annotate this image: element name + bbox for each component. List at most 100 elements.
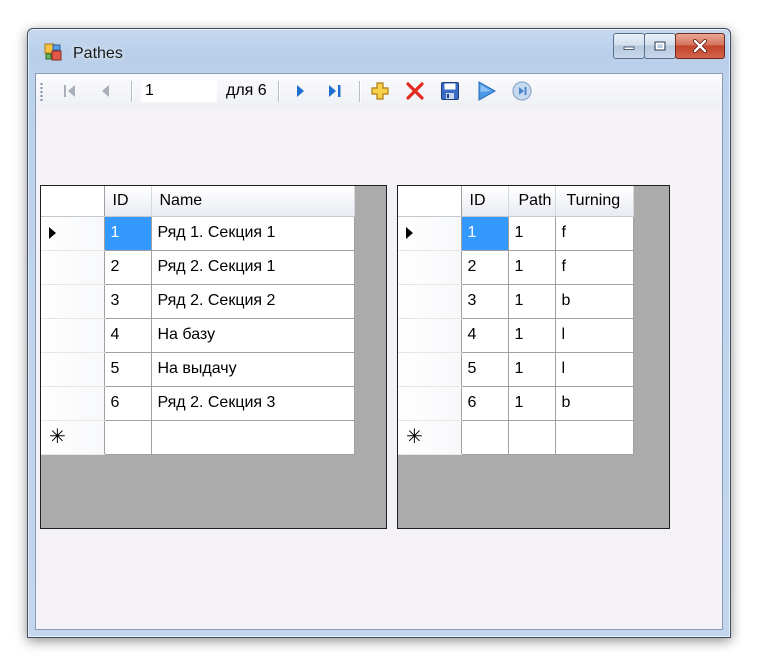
paths-grid[interactable]: ID Name 1 Ряд 1. Секция 1 2 Ряд 2. Секци… (40, 185, 387, 529)
move-first-button[interactable] (58, 80, 82, 102)
cell-id[interactable]: 4 (104, 318, 152, 353)
cell-id[interactable]: 3 (104, 284, 152, 319)
cell-id[interactable]: 6 (104, 386, 152, 421)
cell-id[interactable] (461, 420, 509, 455)
row-header[interactable] (41, 216, 105, 251)
close-button[interactable] (675, 33, 725, 59)
maximize-button[interactable] (644, 33, 676, 59)
table-row[interactable]: 3 1 b (398, 284, 634, 319)
row-header[interactable] (398, 216, 462, 251)
cell-name[interactable]: Ряд 2. Секция 3 (151, 386, 355, 421)
table-row[interactable]: 3 Ряд 2. Секция 2 (41, 284, 355, 319)
position-input[interactable] (141, 80, 217, 102)
cell-path[interactable]: 1 (508, 216, 556, 251)
delete-button[interactable] (403, 80, 427, 102)
header-row: ID Name (41, 186, 355, 217)
cell-turning[interactable]: f (555, 250, 634, 285)
table-row[interactable]: 6 1 b (398, 386, 634, 421)
cell-turning[interactable]: l (555, 352, 634, 387)
row-header[interactable] (398, 284, 462, 319)
toolbar-grip[interactable] (40, 82, 43, 102)
table-row[interactable]: 2 Ряд 2. Секция 1 (41, 250, 355, 285)
row-header[interactable]: ✳ (398, 420, 462, 455)
toolbar-separator (359, 81, 360, 102)
row-header[interactable] (398, 386, 462, 421)
cell-turning[interactable]: f (555, 216, 634, 251)
current-row-arrow-icon (406, 226, 413, 239)
table-row[interactable]: 1 Ряд 1. Секция 1 (41, 216, 355, 251)
move-first-icon (64, 85, 75, 97)
cell-turning[interactable]: b (555, 386, 634, 421)
cell-id[interactable] (104, 420, 152, 455)
cell-id[interactable]: 3 (461, 284, 509, 319)
cell-name[interactable]: На выдачу (151, 352, 355, 387)
row-header[interactable] (41, 250, 105, 285)
cell-id[interactable]: 1 (461, 216, 509, 251)
top-left-header-cell[interactable] (398, 186, 462, 217)
row-header[interactable] (41, 284, 105, 319)
cell-id[interactable]: 1 (104, 216, 152, 251)
row-header[interactable] (41, 386, 105, 421)
row-header[interactable] (398, 250, 462, 285)
cell-turning[interactable]: l (555, 318, 634, 353)
cell-name[interactable]: Ряд 2. Секция 2 (151, 284, 355, 319)
path-steps-table: ID Path Turning 1 1 f 2 1 f 3 1 b 4 1 l … (398, 186, 634, 455)
column-header-id[interactable]: ID (461, 186, 509, 217)
cell-id[interactable]: 4 (461, 318, 509, 353)
add-new-button[interactable] (368, 80, 392, 102)
row-header[interactable]: ✳ (41, 420, 105, 455)
cell-id[interactable]: 2 (104, 250, 152, 285)
title-bar[interactable]: Pathes (28, 29, 730, 73)
cell-name[interactable] (151, 420, 355, 455)
row-header[interactable] (41, 352, 105, 387)
cell-id[interactable]: 5 (104, 352, 152, 387)
table-row[interactable]: 5 На выдачу (41, 352, 355, 387)
column-header-id[interactable]: ID (104, 186, 152, 217)
new-row[interactable]: ✳ (41, 420, 355, 455)
row-header[interactable] (398, 352, 462, 387)
table-row[interactable]: 5 1 l (398, 352, 634, 387)
new-row-asterisk-icon: ✳ (406, 426, 423, 448)
new-row-asterisk-icon: ✳ (49, 426, 66, 448)
cell-path[interactable]: 1 (508, 386, 556, 421)
cell-path[interactable] (508, 420, 556, 455)
cell-path[interactable]: 1 (508, 284, 556, 319)
row-header[interactable] (41, 318, 105, 353)
cell-id[interactable]: 5 (461, 352, 509, 387)
new-row[interactable]: ✳ (398, 420, 634, 455)
table-row[interactable]: 4 На базу (41, 318, 355, 353)
column-header-name[interactable]: Name (151, 186, 355, 217)
delete-icon (406, 82, 424, 100)
column-header-turning[interactable]: Turning (555, 186, 634, 217)
move-last-icon (329, 85, 341, 97)
paths-table: ID Name 1 Ряд 1. Секция 1 2 Ряд 2. Секци… (41, 186, 355, 455)
binding-navigator: для 6 (36, 74, 722, 108)
table-row[interactable]: 6 Ряд 2. Секция 3 (41, 386, 355, 421)
cell-id[interactable]: 6 (461, 386, 509, 421)
cell-name[interactable]: На базу (151, 318, 355, 353)
cell-turning[interactable]: b (555, 284, 634, 319)
row-header[interactable] (398, 318, 462, 353)
run-button[interactable] (474, 80, 498, 102)
minimize-button[interactable] (613, 33, 645, 59)
save-button[interactable] (438, 80, 462, 102)
move-next-icon (297, 85, 304, 97)
move-previous-icon (102, 85, 109, 97)
cell-name[interactable]: Ряд 1. Секция 1 (151, 216, 355, 251)
stop-button[interactable] (510, 80, 534, 102)
cell-path[interactable]: 1 (508, 352, 556, 387)
table-row[interactable]: 2 1 f (398, 250, 634, 285)
path-steps-grid[interactable]: ID Path Turning 1 1 f 2 1 f 3 1 b 4 1 l … (397, 185, 670, 529)
cell-path[interactable]: 1 (508, 318, 556, 353)
cell-id[interactable]: 2 (461, 250, 509, 285)
top-left-header-cell[interactable] (41, 186, 105, 217)
move-previous-button[interactable] (94, 80, 118, 102)
cell-name[interactable]: Ряд 2. Секция 1 (151, 250, 355, 285)
move-next-button[interactable] (288, 80, 312, 102)
cell-path[interactable]: 1 (508, 250, 556, 285)
table-row[interactable]: 1 1 f (398, 216, 634, 251)
cell-turning[interactable] (555, 420, 634, 455)
move-last-button[interactable] (323, 80, 347, 102)
table-row[interactable]: 4 1 l (398, 318, 634, 353)
column-header-path[interactable]: Path (508, 186, 556, 217)
